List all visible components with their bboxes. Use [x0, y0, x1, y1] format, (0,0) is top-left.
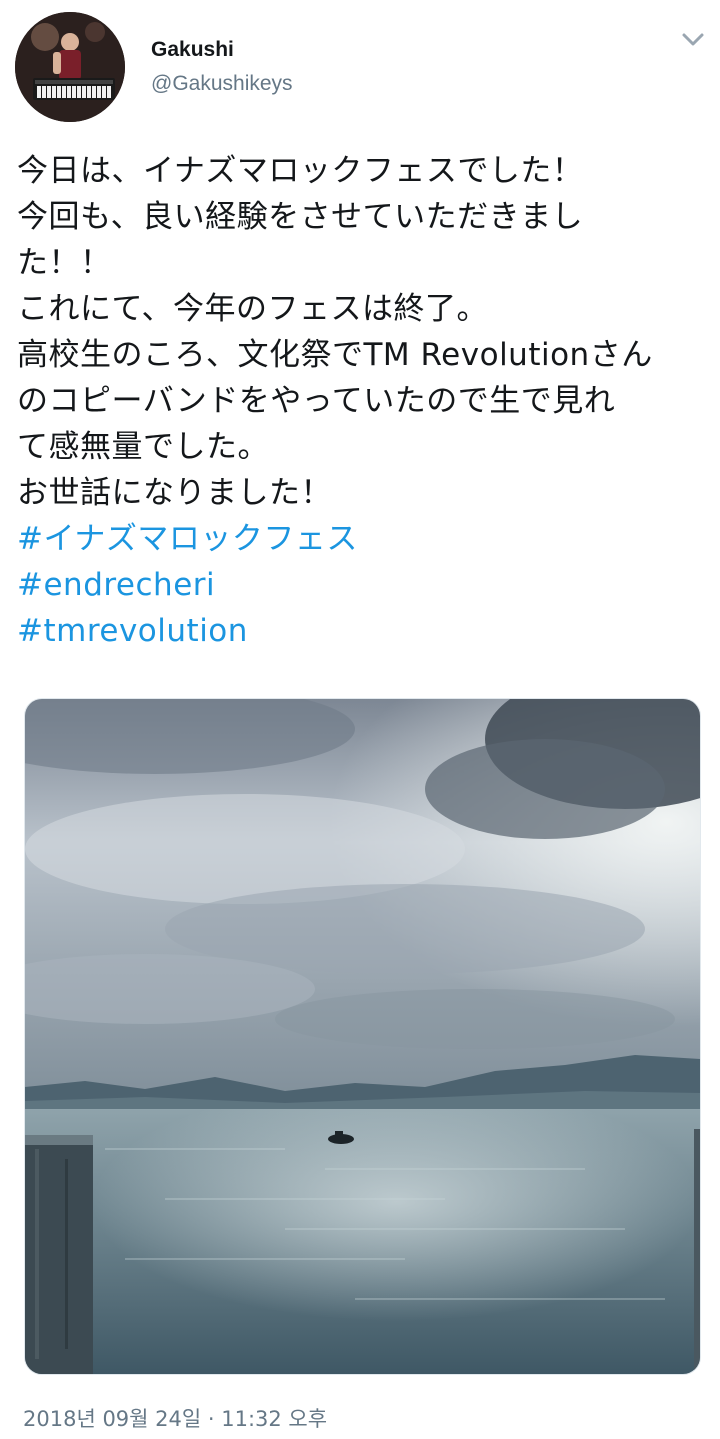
tweet-line: 高校生のころ、文化祭でTM Revolutionさん: [17, 337, 653, 373]
hashtag-link[interactable]: #tmrevolution: [17, 608, 707, 654]
chevron-down-icon[interactable]: [680, 30, 706, 50]
tweet-line: これにて、今年のフェスは終了。: [17, 291, 488, 327]
tweet-text: 今日は、イナズマロックフェスでした！ 今回も、良い経験をさせていただきまし た！…: [17, 148, 707, 654]
tweet-line: て感無量でした。: [17, 429, 269, 465]
tweet-line: 今回も、良い経験をさせていただきまし: [17, 199, 584, 235]
keyboardist-avatar-icon: [15, 12, 125, 122]
tweet-line: た！！: [17, 245, 112, 281]
tweet-timestamp[interactable]: 2018년 09월 24일 · 11:32 오후: [23, 1403, 327, 1433]
lake-photo-icon: [25, 699, 700, 1374]
hashtag-link[interactable]: #endrecheri: [17, 562, 707, 608]
hashtag-link[interactable]: #イナズマロックフェス: [17, 516, 707, 562]
display-name[interactable]: Gakushi: [151, 38, 234, 62]
tweet-line: お世話になりました！: [17, 475, 332, 511]
tweet-photo[interactable]: [24, 698, 701, 1375]
avatar[interactable]: [15, 12, 125, 122]
tweet-header: Gakushi @Gakushikeys: [0, 0, 720, 130]
tweet-line: のコピーバンドをやっていたので生で見れ: [17, 383, 616, 419]
tweet-line: 今日は、イナズマロックフェスでした！: [17, 153, 584, 189]
user-handle[interactable]: @Gakushikeys: [151, 72, 293, 96]
